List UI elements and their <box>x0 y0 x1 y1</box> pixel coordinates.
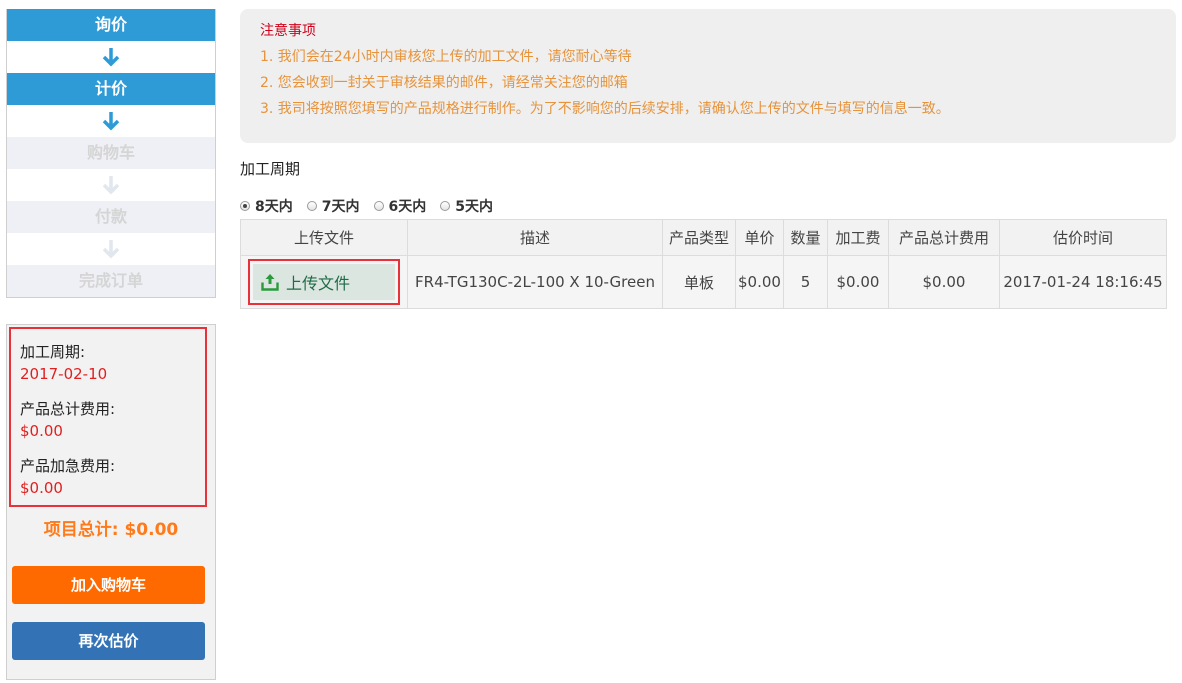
cycle-option-7-days[interactable]: 7天内 <box>306 196 360 216</box>
column-header: 描述 <box>407 219 663 256</box>
rush-fee-label: 产品加急费用: <box>20 457 116 475</box>
radio-icon[interactable] <box>373 201 384 211</box>
quote-table: 上传文件 描述 产品类型 单价 数量 加工费 产品总计费用 估价时间 上传文件 … <box>240 219 1167 309</box>
upload-icon <box>261 274 279 291</box>
column-header: 产品类型 <box>662 219 736 256</box>
quote-time-cell: 2017-01-24 18:16:45 <box>999 255 1167 309</box>
column-header: 上传文件 <box>240 219 408 256</box>
quantity-cell: 5 <box>783 255 828 309</box>
rush-fee-value: $0.00 <box>20 479 63 497</box>
notice-line: 3. 我司将按照您填写的产品规格进行制作。为了不影响您的后续安排，请确认您上传的… <box>260 101 950 117</box>
processing-fee-cell: $0.00 <box>827 255 889 309</box>
total-fee-value: $0.00 <box>20 422 63 440</box>
requote-button[interactable]: 再次估价 <box>12 622 205 660</box>
step-complete-order: 完成订单 <box>7 265 215 297</box>
radio-icon[interactable] <box>306 201 317 211</box>
column-header: 单价 <box>735 219 784 256</box>
cycle-value: 2017-02-10 <box>20 365 108 383</box>
cycle-option-8-days[interactable]: 8天内 <box>240 196 293 216</box>
total-fee-cell: $0.00 <box>888 255 1000 309</box>
table-header-row: 上传文件 描述 产品类型 单价 数量 加工费 产品总计费用 估价时间 <box>240 219 1167 256</box>
processing-cycle-options: 8天内 7天内 6天内 5天内 <box>240 196 507 216</box>
upload-cell: 上传文件 <box>240 255 408 309</box>
cycle-option-label: 5天内 <box>455 199 493 215</box>
processing-cycle-title: 加工周期 <box>240 160 301 178</box>
arrow-down-icon <box>7 41 215 73</box>
project-total: 项目总计: $0.00 <box>43 520 179 540</box>
arrow-down-icon <box>7 105 215 137</box>
table-row: 上传文件 FR4-TG130C-2L-100 X 10-Green 单板 $0.… <box>240 255 1167 309</box>
summary-highlight-box: 加工周期: 2017-02-10 产品总计费用: $0.00 产品加急费用: $… <box>9 327 207 507</box>
upload-highlight-box: 上传文件 <box>248 259 400 305</box>
step-inquiry: 询价 <box>7 9 215 41</box>
total-fee-label: 产品总计费用: <box>20 400 116 418</box>
cycle-option-label: 7天内 <box>321 199 360 215</box>
upload-file-button[interactable]: 上传文件 <box>253 264 395 300</box>
notice-title: 注意事项 <box>260 23 316 39</box>
cycle-option-label: 6天内 <box>388 199 427 215</box>
order-summary-panel: 加工周期: 2017-02-10 产品总计费用: $0.00 产品加急费用: $… <box>6 324 216 680</box>
notice-line: 2. 您会收到一封关于审核结果的邮件，请经常关注您的邮箱 <box>260 75 628 91</box>
column-header: 数量 <box>783 219 828 256</box>
cycle-label: 加工周期: <box>20 343 86 361</box>
arrow-down-icon <box>7 169 215 201</box>
order-progress-steps: 询价 计价 购物车 付款 完成订单 <box>6 9 216 298</box>
unit-price-cell: $0.00 <box>735 255 784 309</box>
notice-panel: 注意事项 1. 我们会在24小时内审核您上传的加工文件，请您耐心等待 2. 您会… <box>240 9 1176 143</box>
cycle-option-label: 8天内 <box>255 199 293 215</box>
column-header: 估价时间 <box>999 219 1167 256</box>
product-type-cell: 单板 <box>662 255 736 309</box>
cycle-option-5-days[interactable]: 5天内 <box>440 196 493 216</box>
step-payment: 付款 <box>7 201 215 233</box>
cycle-option-6-days[interactable]: 6天内 <box>373 196 427 216</box>
column-header: 加工费 <box>827 219 889 256</box>
notice-line: 1. 我们会在24小时内审核您上传的加工文件，请您耐心等待 <box>260 49 632 65</box>
step-pricing: 计价 <box>7 73 215 105</box>
radio-checked-icon[interactable] <box>240 201 250 211</box>
column-header: 产品总计费用 <box>888 219 1000 256</box>
radio-icon[interactable] <box>440 201 451 211</box>
step-cart: 购物车 <box>7 137 215 169</box>
add-to-cart-button[interactable]: 加入购物车 <box>12 566 205 604</box>
description-cell: FR4-TG130C-2L-100 X 10-Green <box>407 255 663 309</box>
upload-file-label: 上传文件 <box>286 274 351 293</box>
arrow-down-icon <box>7 233 215 265</box>
